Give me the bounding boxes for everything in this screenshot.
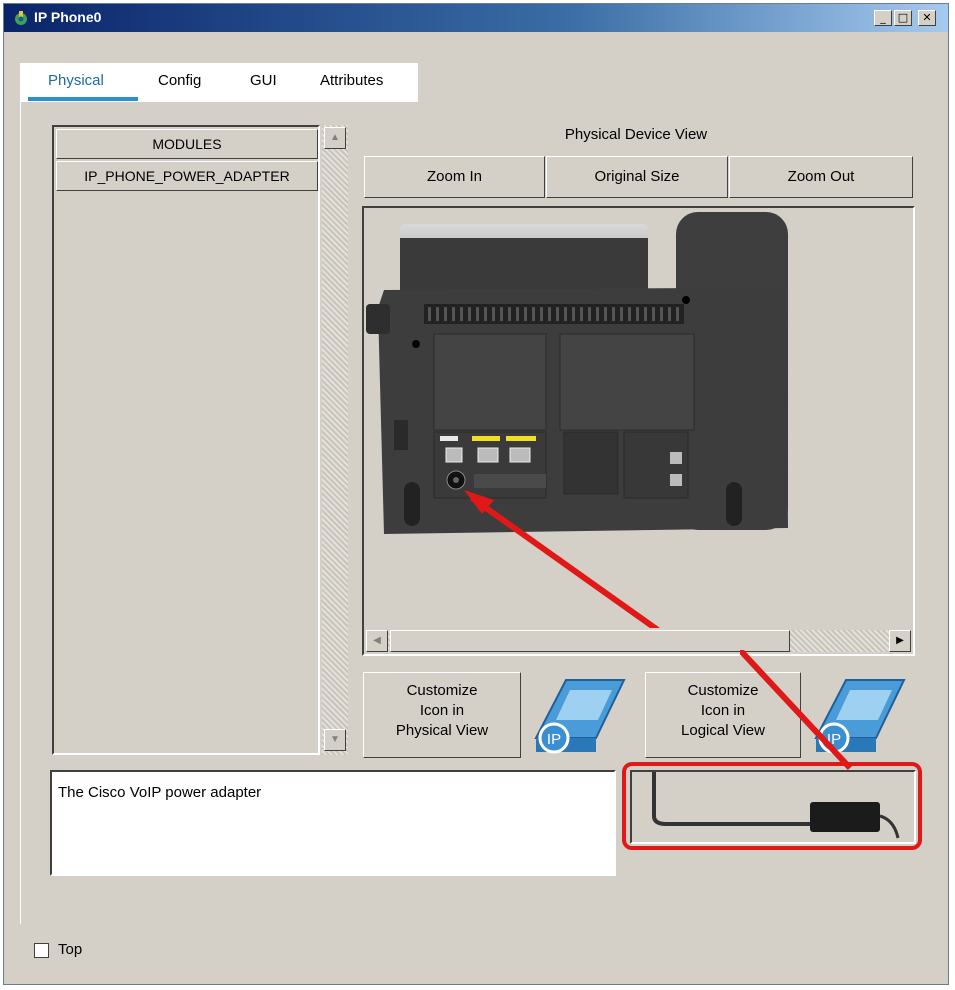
packet-tracer-device-icon	[15, 11, 27, 25]
title-bar[interactable]: IP Phone0 _ □ ✕	[4, 4, 948, 32]
ip-phone-back-image[interactable]	[364, 208, 913, 628]
customize-physical-icon-button[interactable]: Customize Icon in Physical View	[363, 672, 521, 758]
viewport-horizontal-scrollbar[interactable]: ◀ ▶	[366, 630, 911, 652]
customize-physical-line3: Physical View	[395, 722, 489, 739]
maximize-button[interactable]: □	[894, 10, 912, 26]
window-title: IP Phone0	[34, 9, 102, 25]
tab-attributes[interactable]: Attributes	[320, 72, 383, 89]
top-checkbox[interactable]	[34, 943, 49, 958]
scroll-left-icon[interactable]: ◀	[366, 630, 388, 652]
customize-physical-line2: Icon in	[419, 702, 465, 719]
zoom-out-button[interactable]: Zoom Out	[729, 156, 913, 198]
original-size-button[interactable]: Original Size	[546, 156, 728, 198]
module-item-ip-phone-power-adapter[interactable]: IP_PHONE_POWER_ADAPTER	[56, 161, 318, 191]
highlight-arrow-tail	[740, 650, 853, 771]
ip-phone-physical-icon: IP	[534, 679, 626, 754]
customize-physical-line1: Customize	[406, 682, 478, 699]
modules-header: MODULES	[56, 129, 318, 159]
top-label: Top	[58, 941, 83, 958]
scroll-up-icon[interactable]: ▲	[324, 127, 346, 149]
modules-list: MODULES IP_PHONE_POWER_ADAPTER	[52, 125, 320, 755]
scroll-down-icon[interactable]: ▼	[324, 729, 346, 751]
module-description: The Cisco VoIP power adapter	[50, 770, 616, 876]
tab-config[interactable]: Config	[158, 72, 201, 89]
modules-scrollbar[interactable]: ▲ ▼	[322, 125, 348, 755]
scroll-right-icon[interactable]: ▶	[889, 630, 911, 652]
zoom-in-button[interactable]: Zoom In	[364, 156, 545, 198]
active-tab-indicator	[28, 97, 138, 101]
ip-badge-physical: IP	[547, 731, 561, 748]
tab-gui[interactable]: GUI	[250, 72, 277, 89]
close-button[interactable]: ✕	[918, 10, 936, 26]
device-viewport: ◀ ▶	[362, 206, 915, 656]
minimize-button[interactable]: _	[874, 10, 892, 26]
tab-physical[interactable]: Physical	[48, 72, 104, 89]
scroll-thumb[interactable]	[390, 630, 790, 652]
physical-device-view-title: Physical Device View	[564, 126, 708, 143]
